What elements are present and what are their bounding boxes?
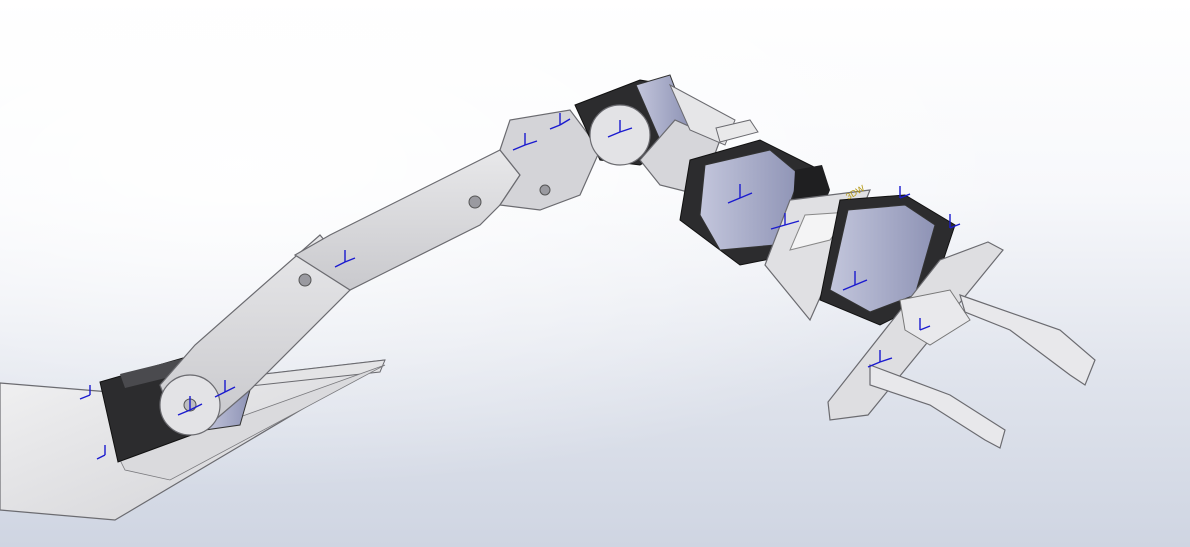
robotic-arm-model[interactable]: 3DW: [0, 0, 1190, 547]
upper-arm-link[interactable]: [293, 109, 601, 291]
cad-viewport[interactable]: 3DW: [0, 0, 1190, 547]
gripper-finger-upper[interactable]: [959, 294, 1096, 386]
gripper-finger-lower[interactable]: [869, 364, 1006, 449]
